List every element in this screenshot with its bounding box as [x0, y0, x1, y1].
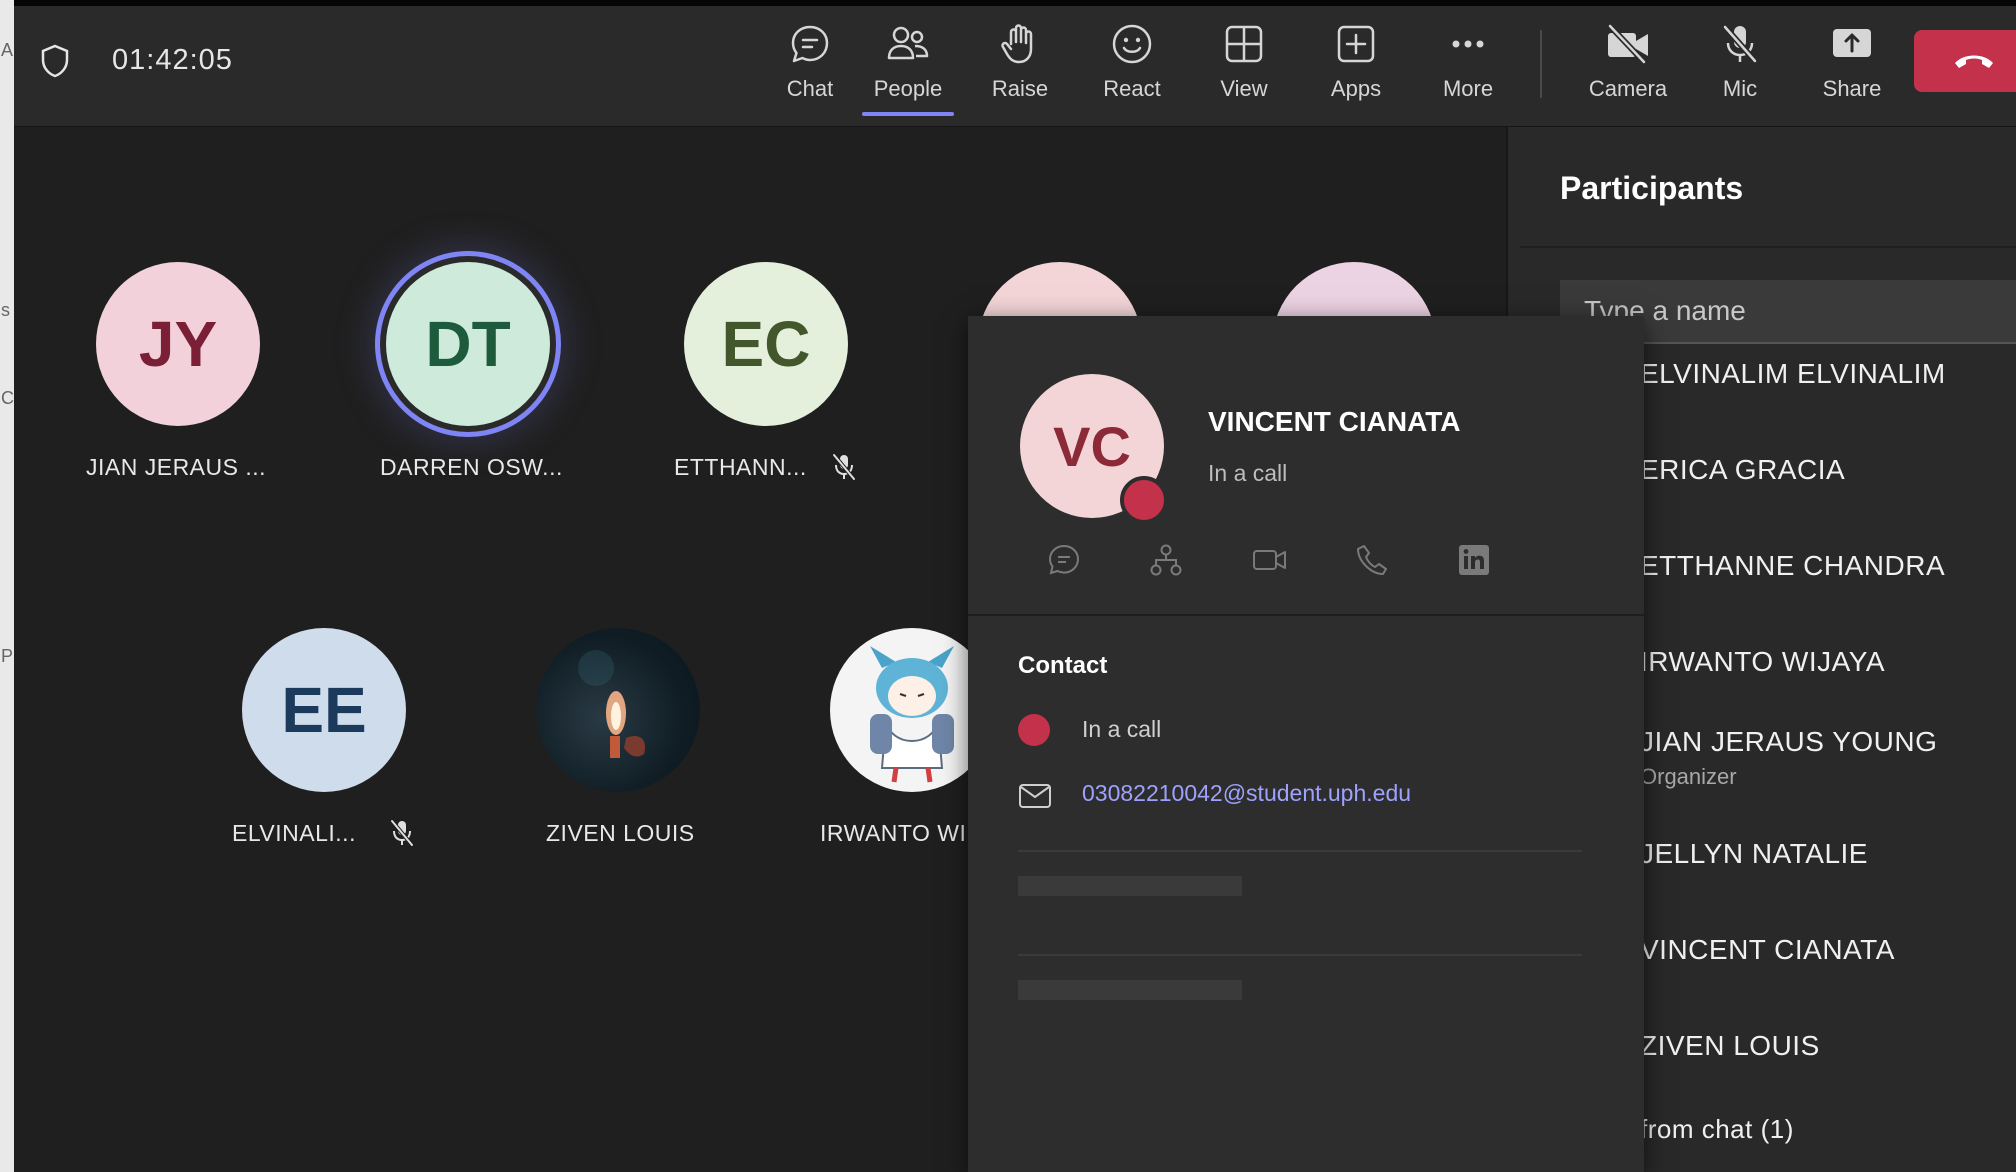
more-label: More [1442, 76, 1494, 101]
more-button[interactable]: More [1416, 22, 1520, 118]
linkedin-icon [1459, 545, 1489, 575]
more-dots-icon [1452, 40, 1484, 48]
loading-placeholder [1018, 980, 1242, 1000]
card-divider [1018, 850, 1582, 852]
grid-view-icon [1225, 25, 1263, 63]
participant-name: ETTHANN... [674, 454, 807, 480]
card-divider [968, 614, 1644, 616]
participant-name: ELVINALI... [232, 820, 356, 846]
camera-label: Camera [1588, 76, 1668, 101]
react-button[interactable]: React [1080, 22, 1184, 118]
presence-busy-indicator [1120, 476, 1168, 524]
mail-icon [1019, 784, 1051, 808]
candle-photo-avatar[interactable] [536, 628, 700, 792]
add-app-icon [1337, 25, 1375, 63]
mic-off-icon [1722, 25, 1758, 63]
contact-name: VINCENT CIANATA [1208, 406, 1461, 437]
meeting-timer: 01:42:05 [112, 44, 233, 76]
participant-name: IRWANTO WI [820, 820, 967, 846]
avatar-initials: EE [281, 674, 367, 746]
contact-card: VC VINCENT CIANATA In a call Contact In … [968, 316, 1644, 1172]
from-chat-group[interactable]: from chat (1) [1640, 1114, 1794, 1145]
contact-chat-button[interactable] [1042, 538, 1086, 582]
view-label: View [1220, 76, 1268, 101]
hang-up-icon [1955, 55, 1993, 68]
apps-button[interactable]: Apps [1304, 22, 1408, 118]
muted-mic-icon [390, 819, 414, 847]
participant-list-item[interactable]: ELVINALIM ELVINALIM [1640, 358, 1946, 390]
participant-list-item[interactable]: JIAN JERAUS YOUNG [1640, 726, 1937, 758]
avatar-initials: DT [425, 308, 511, 380]
contact-linkedin-button[interactable] [1452, 538, 1496, 582]
raise-hand-icon [1001, 24, 1033, 64]
apps-label: Apps [1330, 76, 1382, 101]
participant-search-input[interactable] [1582, 290, 2006, 332]
mic-button[interactable]: Mic [1688, 22, 1792, 118]
chat-button[interactable]: Chat [758, 22, 862, 118]
chat-label: Chat [786, 76, 834, 101]
participant-avatar[interactable]: EC [684, 262, 848, 426]
contact-status: In a call [1208, 460, 1288, 486]
participant-list-item[interactable]: ETTHANNE CHANDRA [1640, 550, 1945, 582]
chat-icon [791, 25, 829, 63]
left-app-strip: A s C P [0, 0, 14, 1172]
loading-placeholder [1018, 876, 1242, 896]
muted-mic-icon [832, 453, 856, 481]
mic-label: Mic [1722, 76, 1758, 101]
contact-email-link[interactable]: 03082210042@student.uph.edu [1082, 780, 1411, 807]
contact-section-title: Contact [1018, 652, 1108, 679]
video-icon [1253, 550, 1286, 570]
camera-off-icon [1607, 23, 1648, 65]
contact-call-button[interactable] [1350, 538, 1394, 582]
participants-title: Participants [1560, 170, 1744, 206]
react-label: React [1103, 76, 1161, 101]
shield-icon[interactable] [40, 44, 70, 83]
participant-list-item[interactable]: ZIVEN LOUIS [1640, 1030, 1820, 1062]
avatar-initials: EC [721, 308, 811, 380]
toolbar-divider [1540, 30, 1542, 98]
share-label: Share [1822, 76, 1882, 101]
participant-list-item[interactable]: VINCENT CIANATA [1640, 934, 1895, 966]
participant-avatar-speaking[interactable]: DT [386, 262, 550, 426]
participant-name: ZIVEN LOUIS [546, 820, 695, 846]
share-screen-icon [1833, 29, 1871, 57]
participant-name: DARREN OSW... [380, 454, 563, 480]
contact-video-button[interactable] [1248, 538, 1292, 582]
contact-org-button[interactable] [1144, 538, 1188, 582]
participant-name: JIAN JERAUS ... [86, 454, 267, 480]
phone-icon [1357, 545, 1387, 575]
camera-button[interactable]: Camera [1576, 22, 1680, 118]
people-icon [887, 26, 929, 60]
chat-icon [1048, 544, 1080, 575]
contact-presence-text: In a call [1082, 716, 1162, 742]
smiley-icon [1112, 24, 1152, 64]
candle-flame-icon [578, 650, 646, 758]
participant-avatar[interactable]: JY [96, 262, 260, 426]
raise-label: Raise [991, 76, 1049, 101]
participant-avatar[interactable]: EE [242, 628, 406, 792]
presence-busy-icon [1018, 714, 1050, 746]
panel-divider [1520, 246, 2016, 248]
avatar-initials: JY [138, 308, 218, 380]
view-button[interactable]: View [1192, 22, 1296, 118]
share-button[interactable]: Share [1800, 22, 1904, 118]
people-label: People [873, 76, 943, 101]
active-tab-indicator [862, 112, 954, 116]
leave-call-button[interactable] [1914, 30, 2016, 92]
org-chart-icon [1150, 544, 1182, 576]
participant-list-item[interactable]: JELLYN NATALIE [1640, 838, 1868, 870]
raise-button[interactable]: Raise [968, 22, 1072, 118]
contact-initials: VC [1053, 414, 1131, 478]
participant-list-item[interactable]: ERICA GRACIA [1640, 454, 1845, 486]
card-divider [1018, 954, 1582, 956]
participant-list-item[interactable]: IRWANTO WIJAYA [1640, 646, 1885, 678]
participant-role: Organizer [1640, 764, 1737, 789]
people-button[interactable]: People [856, 22, 960, 118]
